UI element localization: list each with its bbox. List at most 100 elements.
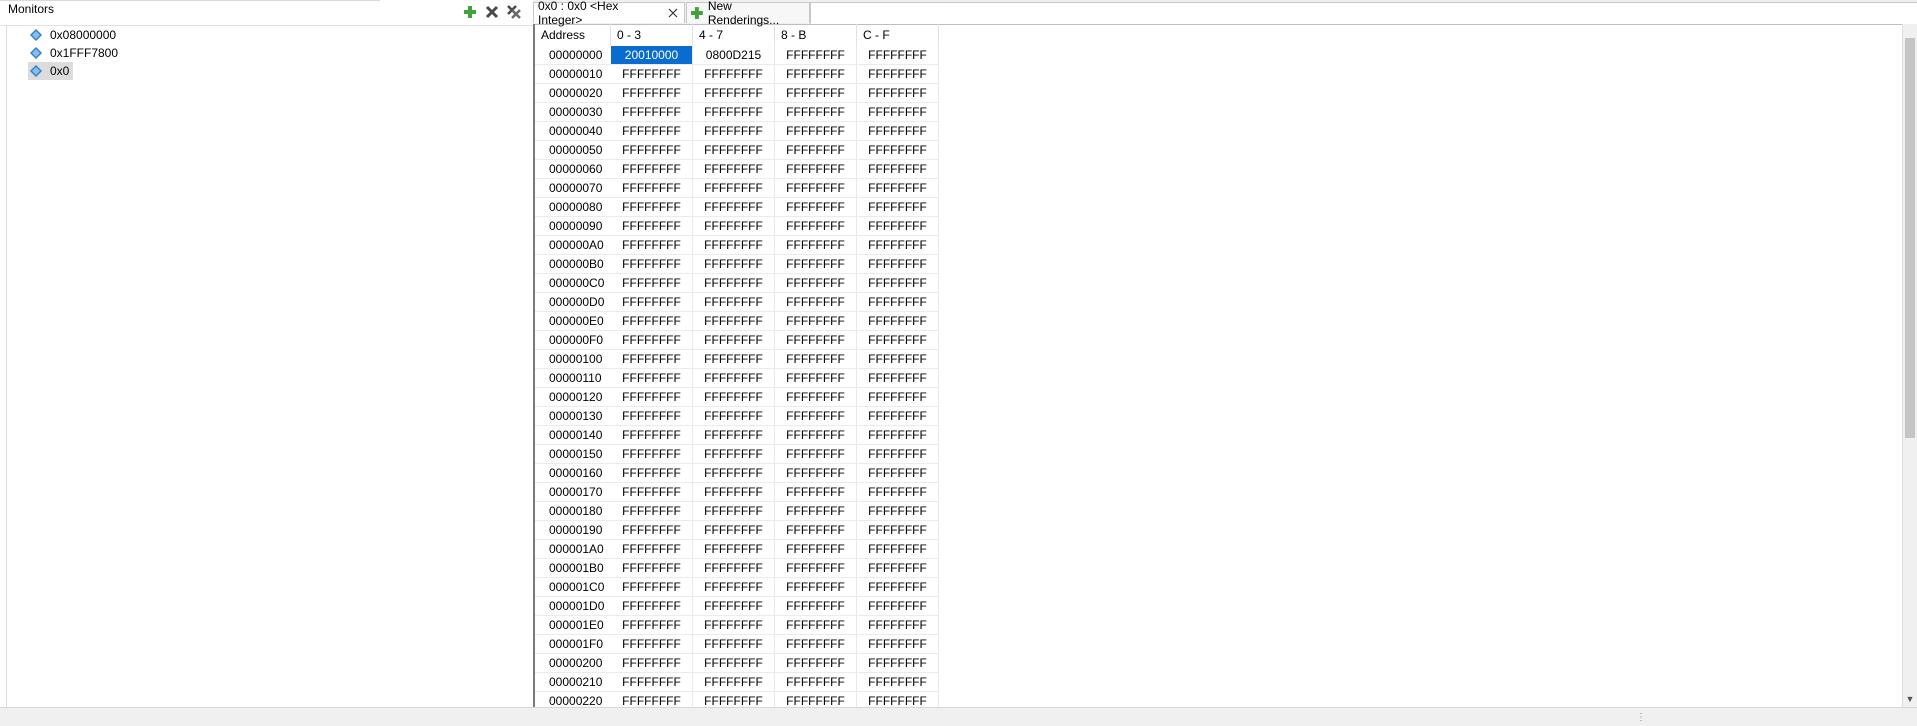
memory-value-cell[interactable]: FFFFFFFF — [611, 692, 693, 707]
memory-value-cell[interactable]: FFFFFFFF — [693, 198, 775, 216]
memory-value-cell[interactable]: FFFFFFFF — [775, 388, 857, 406]
memory-value-cell[interactable]: FFFFFFFF — [775, 540, 857, 558]
memory-value-cell[interactable]: FFFFFFFF — [611, 483, 693, 501]
memory-value-cell[interactable]: FFFFFFFF — [611, 198, 693, 216]
memory-value-cell[interactable]: FFFFFFFF — [775, 65, 857, 83]
memory-value-cell[interactable]: FFFFFFFF — [857, 350, 939, 368]
memory-value-cell[interactable]: FFFFFFFF — [611, 445, 693, 463]
monitor-item-0x08000000[interactable]: 0x08000000 — [28, 26, 120, 44]
memory-value-cell[interactable]: FFFFFFFF — [611, 616, 693, 634]
memory-value-cell[interactable]: FFFFFFFF — [857, 46, 939, 64]
memory-value-cell[interactable]: FFFFFFFF — [693, 217, 775, 235]
memory-value-cell[interactable]: FFFFFFFF — [857, 597, 939, 615]
memory-value-cell[interactable]: FFFFFFFF — [611, 407, 693, 425]
memory-value-cell[interactable]: FFFFFFFF — [693, 597, 775, 615]
memory-value-cell[interactable]: FFFFFFFF — [611, 502, 693, 520]
memory-value-cell[interactable]: FFFFFFFF — [775, 578, 857, 596]
memory-value-cell[interactable]: FFFFFFFF — [857, 540, 939, 558]
memory-value-cell[interactable]: FFFFFFFF — [857, 426, 939, 444]
memory-value-cell[interactable]: FFFFFFFF — [775, 217, 857, 235]
memory-value-cell[interactable]: FFFFFFFF — [611, 369, 693, 387]
memory-value-cell[interactable]: FFFFFFFF — [857, 293, 939, 311]
memory-value-cell[interactable]: FFFFFFFF — [693, 559, 775, 577]
memory-value-cell[interactable]: FFFFFFFF — [611, 540, 693, 558]
memory-value-cell[interactable]: FFFFFFFF — [611, 388, 693, 406]
memory-value-cell[interactable]: FFFFFFFF — [693, 236, 775, 254]
memory-value-cell[interactable]: FFFFFFFF — [775, 616, 857, 634]
memory-value-cell[interactable]: FFFFFFFF — [775, 597, 857, 615]
memory-value-cell[interactable]: FFFFFFFF — [857, 483, 939, 501]
memory-value-cell[interactable]: FFFFFFFF — [775, 103, 857, 121]
memory-value-cell[interactable]: FFFFFFFF — [857, 312, 939, 330]
memory-value-cell[interactable]: FFFFFFFF — [857, 654, 939, 672]
vertical-scrollbar[interactable]: ▼ — [1902, 24, 1917, 707]
memory-value-cell[interactable]: FFFFFFFF — [693, 84, 775, 102]
memory-value-cell[interactable]: FFFFFFFF — [857, 464, 939, 482]
memory-value-cell[interactable]: FFFFFFFF — [857, 331, 939, 349]
memory-value-cell[interactable]: FFFFFFFF — [693, 407, 775, 425]
memory-value-cell[interactable]: FFFFFFFF — [611, 255, 693, 273]
memory-value-cell[interactable]: FFFFFFFF — [775, 654, 857, 672]
memory-value-cell[interactable]: FFFFFFFF — [775, 464, 857, 482]
memory-value-cell[interactable]: FFFFFFFF — [775, 236, 857, 254]
memory-value-cell[interactable]: FFFFFFFF — [693, 122, 775, 140]
memory-value-cell[interactable]: FFFFFFFF — [693, 274, 775, 292]
memory-value-cell[interactable]: FFFFFFFF — [611, 350, 693, 368]
monitor-item-0x1FFF7800[interactable]: 0x1FFF7800 — [28, 44, 122, 62]
remove-monitor-icon[interactable] — [484, 4, 500, 20]
memory-value-cell[interactable]: FFFFFFFF — [857, 103, 939, 121]
memory-value-cell[interactable]: FFFFFFFF — [611, 274, 693, 292]
memory-value-cell[interactable]: 20010000 — [611, 46, 693, 64]
memory-value-cell[interactable]: FFFFFFFF — [693, 616, 775, 634]
tab-new-renderings[interactable]: New Renderings... — [686, 0, 810, 27]
memory-value-cell[interactable]: FFFFFFFF — [857, 198, 939, 216]
resize-grip-icon[interactable]: ⋮ — [1636, 712, 1646, 723]
memory-value-cell[interactable]: FFFFFFFF — [775, 122, 857, 140]
close-tab-icon[interactable] — [666, 6, 680, 20]
memory-value-cell[interactable]: FFFFFFFF — [775, 635, 857, 653]
scroll-down-icon[interactable]: ▼ — [1903, 693, 1917, 705]
add-monitor-icon[interactable] — [462, 4, 478, 20]
memory-value-cell[interactable]: FFFFFFFF — [857, 407, 939, 425]
memory-value-cell[interactable]: FFFFFFFF — [857, 578, 939, 596]
memory-value-cell[interactable]: FFFFFFFF — [693, 654, 775, 672]
memory-value-cell[interactable]: FFFFFFFF — [775, 369, 857, 387]
memory-value-cell[interactable]: FFFFFFFF — [775, 559, 857, 577]
memory-value-cell[interactable]: FFFFFFFF — [693, 578, 775, 596]
memory-value-cell[interactable]: FFFFFFFF — [693, 141, 775, 159]
memory-value-cell[interactable]: FFFFFFFF — [611, 331, 693, 349]
memory-value-cell[interactable]: FFFFFFFF — [693, 179, 775, 197]
memory-value-cell[interactable]: FFFFFFFF — [775, 46, 857, 64]
memory-value-cell[interactable]: FFFFFFFF — [611, 559, 693, 577]
memory-value-cell[interactable]: FFFFFFFF — [857, 559, 939, 577]
memory-value-cell[interactable]: FFFFFFFF — [611, 160, 693, 178]
memory-value-cell[interactable]: FFFFFFFF — [775, 445, 857, 463]
memory-value-cell[interactable]: FFFFFFFF — [693, 521, 775, 539]
memory-value-cell[interactable]: FFFFFFFF — [857, 635, 939, 653]
memory-value-cell[interactable]: FFFFFFFF — [693, 635, 775, 653]
memory-value-cell[interactable]: FFFFFFFF — [857, 502, 939, 520]
memory-value-cell[interactable]: FFFFFFFF — [775, 502, 857, 520]
memory-value-cell[interactable]: FFFFFFFF — [775, 426, 857, 444]
memory-value-cell[interactable]: FFFFFFFF — [775, 521, 857, 539]
memory-value-cell[interactable]: FFFFFFFF — [775, 198, 857, 216]
memory-value-cell[interactable]: FFFFFFFF — [857, 217, 939, 235]
monitor-item-0x0[interactable]: 0x0 — [28, 62, 74, 80]
memory-value-cell[interactable]: FFFFFFFF — [611, 65, 693, 83]
memory-value-cell[interactable]: FFFFFFFF — [611, 141, 693, 159]
memory-value-cell[interactable]: FFFFFFFF — [611, 673, 693, 691]
memory-value-cell[interactable]: FFFFFFFF — [857, 274, 939, 292]
memory-value-cell[interactable]: FFFFFFFF — [775, 331, 857, 349]
memory-value-cell[interactable]: FFFFFFFF — [775, 141, 857, 159]
memory-value-cell[interactable]: FFFFFFFF — [857, 255, 939, 273]
memory-value-cell[interactable]: FFFFFFFF — [775, 692, 857, 707]
tab-hex-integer[interactable]: 0x0 : 0x0 <Hex Integer> — [533, 0, 685, 27]
memory-value-cell[interactable]: FFFFFFFF — [775, 84, 857, 102]
scrollbar-thumb[interactable] — [1905, 38, 1915, 438]
memory-value-cell[interactable]: FFFFFFFF — [611, 84, 693, 102]
memory-value-cell[interactable]: FFFFFFFF — [693, 312, 775, 330]
memory-value-cell[interactable]: FFFFFFFF — [611, 426, 693, 444]
memory-value-cell[interactable]: FFFFFFFF — [693, 388, 775, 406]
memory-value-cell[interactable]: FFFFFFFF — [611, 635, 693, 653]
memory-value-cell[interactable]: FFFFFFFF — [857, 616, 939, 634]
